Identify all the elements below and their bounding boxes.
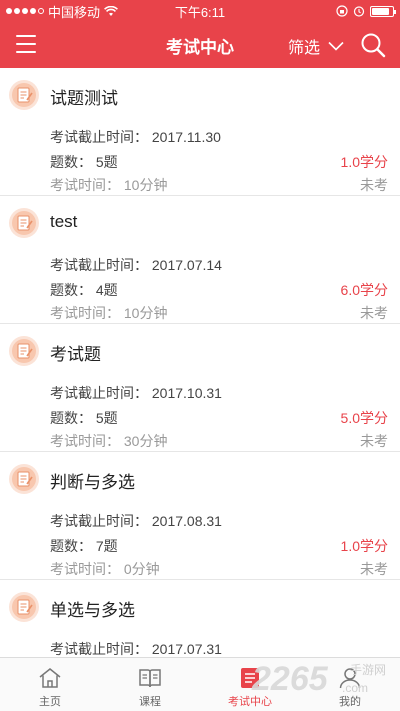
exam-title: 判断与多选 [50, 473, 135, 492]
book-icon [139, 669, 161, 688]
tab-label: 课程 [139, 696, 161, 708]
carrier-name: 中国移动 [48, 4, 101, 20]
carrier-area: 中国移动 [6, 2, 118, 21]
exam-deadline: 考试截止时间： 2017.11.30 [50, 129, 221, 145]
exam-list-icon [241, 668, 259, 688]
exam-list: 试题测试 考试截止时间： 2017.11.30 题数： 5题 考试时间： 10分… [0, 68, 400, 657]
tab-profile[interactable]: 我的 [300, 658, 400, 711]
exam-duration: 考试时间： 30分钟 [50, 433, 168, 449]
exam-paper-icon [9, 80, 39, 110]
orientation-lock-icon [336, 5, 348, 17]
exam-question-count: 题数： 4题 [50, 282, 118, 298]
signal-strength-icon [6, 8, 44, 14]
exam-card[interactable]: 试题测试 考试截止时间： 2017.11.30 题数： 5题 考试时间： 10分… [0, 68, 400, 196]
chevron-down-icon [328, 41, 344, 51]
exam-status: 未考 [360, 561, 388, 577]
exam-duration: 考试时间： 10分钟 [50, 177, 168, 193]
exam-credit: 1.0学分 [340, 154, 388, 170]
status-icons [336, 5, 396, 17]
exam-status: 未考 [360, 305, 388, 321]
exam-title: test [50, 212, 78, 231]
exam-question-count: 题数： 7题 [50, 538, 118, 554]
exam-paper-icon [9, 336, 39, 366]
exam-duration: 考试时间： 10分钟 [50, 305, 168, 321]
alarm-icon [353, 6, 365, 17]
tab-courses[interactable]: 课程 [100, 658, 200, 711]
tab-label: 主页 [39, 696, 61, 708]
exam-card[interactable]: 判断与多选 考试截止时间： 2017.08.31 题数： 7题 考试时间： 0分… [0, 452, 400, 580]
profile-icon [339, 668, 361, 689]
exam-question-count: 题数： 5题 [50, 410, 118, 426]
exam-deadline: 考试截止时间： 2017.10.31 [50, 385, 222, 401]
tab-label: 我的 [339, 696, 361, 708]
status-bar: 中国移动 下午6:11 [0, 0, 400, 22]
tab-label: 考试中心 [228, 696, 272, 708]
battery-icon [370, 5, 396, 17]
exam-title: 考试题 [50, 345, 101, 364]
exam-title: 单选与多选 [50, 601, 135, 620]
home-icon [39, 668, 61, 688]
exam-status: 未考 [360, 177, 388, 193]
exam-paper-icon [9, 208, 39, 238]
exam-credit: 6.0学分 [340, 282, 388, 298]
exam-deadline: 考试截止时间： 2017.08.31 [50, 513, 222, 529]
wifi-icon [104, 5, 118, 16]
exam-card[interactable]: 单选与多选 考试截止时间： 2017.07.31 [0, 580, 400, 657]
exam-deadline: 考试截止时间： 2017.07.31 [50, 641, 222, 657]
filter-button[interactable]: 筛选 [288, 34, 344, 58]
nav-bar: 考试中心 筛选 [0, 22, 400, 68]
hamburger-menu-icon[interactable] [16, 35, 36, 53]
exam-credit: 5.0学分 [340, 410, 388, 426]
exam-deadline: 考试截止时间： 2017.07.14 [50, 257, 222, 273]
exam-status: 未考 [360, 433, 388, 449]
search-icon[interactable] [360, 32, 386, 58]
bottom-tab-bar: 主页 课程 考试中心 我的 [0, 657, 400, 711]
filter-label: 筛选 [287, 40, 320, 57]
tab-exam-center[interactable]: 考试中心 [200, 658, 300, 711]
exam-credit: 1.0学分 [340, 538, 388, 554]
exam-question-count: 题数： 5题 [50, 154, 118, 170]
exam-title: 试题测试 [50, 89, 118, 108]
exam-paper-icon [9, 464, 39, 494]
exam-card[interactable]: 考试题 考试截止时间： 2017.10.31 题数： 5题 考试时间： 30分钟… [0, 324, 400, 452]
exam-card[interactable]: test 考试截止时间： 2017.07.14 题数： 4题 考试时间： 10分… [0, 196, 400, 324]
exam-duration: 考试时间： 0分钟 [50, 561, 160, 577]
exam-paper-icon [9, 592, 39, 622]
tab-home[interactable]: 主页 [0, 658, 100, 711]
